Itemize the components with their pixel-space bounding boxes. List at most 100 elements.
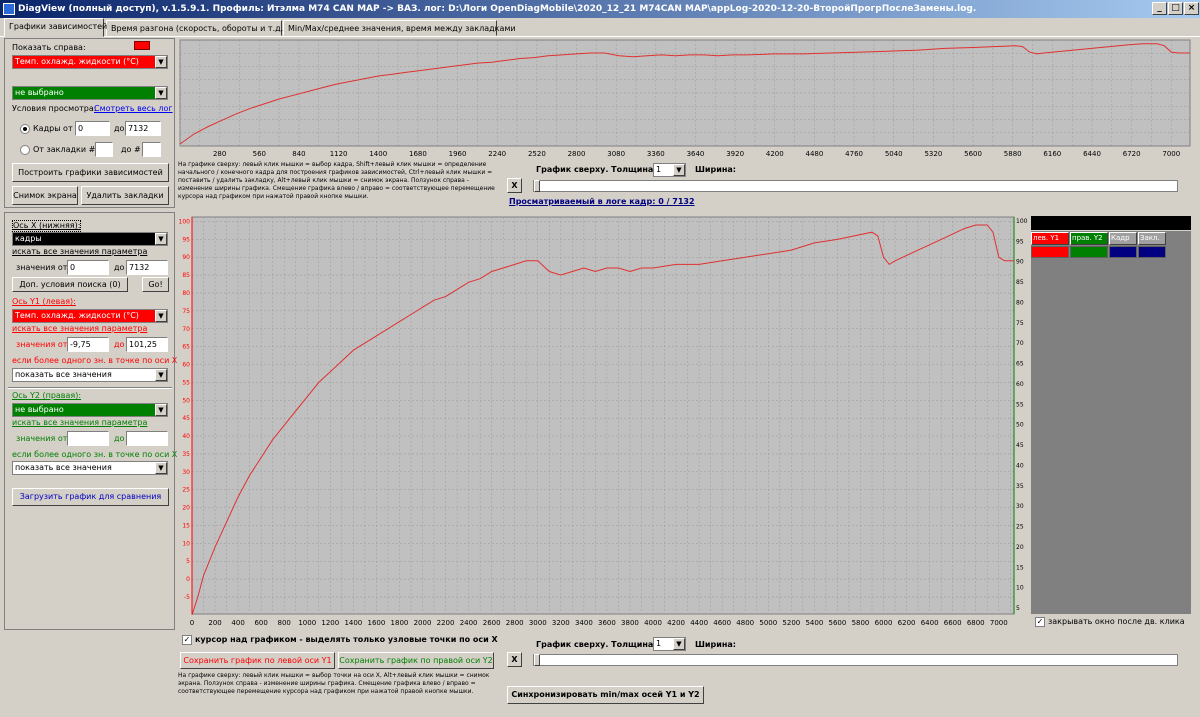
extra-search-button[interactable]: Доп. условия поиска (0)	[12, 277, 128, 292]
x-tick-label: 6000	[875, 619, 893, 627]
minimize-button[interactable]: _	[1152, 2, 1167, 15]
chevron-down-icon[interactable]: ▼	[155, 369, 167, 381]
y2-tick-label: 85	[1016, 279, 1024, 286]
param1-select[interactable]: Темп. охлажд. жидкости (°C) ▼	[12, 55, 168, 69]
cursor-checkbox[interactable]: ✓	[182, 635, 192, 645]
sync-axes-button[interactable]: Синхронизировать min/max осей Y1 и Y2	[507, 686, 704, 704]
slider-thumb[interactable]	[534, 654, 540, 666]
chevron-down-icon[interactable]: ▼	[155, 56, 167, 68]
bottom-thickness-select[interactable]: 1 ▼	[653, 637, 686, 651]
x-to-input[interactable]: 7132	[126, 260, 168, 275]
tab-acceleration[interactable]: Время разгона (скорость, обороты и т.д.)	[106, 20, 286, 36]
x-tick-label: 800	[278, 619, 291, 627]
bookmark-radio[interactable]	[20, 145, 30, 155]
x-tick-label: 1960	[449, 150, 467, 158]
x-tick-label: 6200	[898, 619, 916, 627]
top-width-slider[interactable]	[533, 180, 1178, 192]
frames-to-input[interactable]: 7132	[125, 121, 161, 136]
x-tick-label: 2520	[528, 150, 546, 158]
bookmark-from-input[interactable]	[95, 142, 113, 157]
snapshot-button[interactable]: Снимок экрана	[12, 186, 78, 205]
x-tick-label: 1200	[321, 619, 339, 627]
y1-to-input[interactable]: 101,25	[126, 337, 168, 352]
viewed-frame-link[interactable]: Просматриваемый в логе кадр: 0 / 7132	[509, 197, 695, 207]
load-compare-button[interactable]: Загрузить график для сравнения	[12, 488, 169, 506]
close-after-checkbox[interactable]: ✓	[1035, 617, 1045, 627]
bookmark-to-input[interactable]	[142, 142, 161, 157]
build-graphs-button[interactable]: Построить графики зависимостей	[12, 163, 169, 182]
tab-minmax[interactable]: Min/Max/среднее значения, время между за…	[283, 20, 516, 36]
param2-value: не выбрано	[15, 88, 64, 97]
save-y2-button[interactable]: Сохранить график по правой оси Y2	[338, 652, 494, 669]
y2-tick-label: 10	[1016, 585, 1024, 592]
go-button[interactable]: Go!	[142, 277, 169, 292]
legend-column-2: Кадр	[1109, 232, 1137, 259]
color-swatch[interactable]	[134, 41, 150, 50]
tab-dependencies[interactable]: Графики зависимостей	[4, 18, 107, 37]
legend-swatch[interactable]	[1031, 246, 1069, 258]
x-tick-label: 4000	[644, 619, 662, 627]
maximize-button[interactable]: □	[1168, 2, 1183, 15]
chevron-down-icon[interactable]: ▼	[155, 87, 167, 99]
bottom-x-button[interactable]: X	[507, 652, 522, 667]
bottom-thickness-label: График сверху. Толщина:	[536, 640, 657, 649]
bottom-width-slider[interactable]	[533, 654, 1178, 666]
y1-tick-label: -5	[184, 594, 190, 601]
top-chart[interactable]: 280 560 840 1120 1400 1680 1960 2240 2520 2800 308…	[178, 38, 1192, 159]
chevron-down-icon[interactable]: ▼	[155, 310, 167, 322]
chevron-down-icon[interactable]: ▼	[155, 462, 167, 474]
chevron-down-icon[interactable]: ▼	[673, 164, 685, 176]
legend-column-3: Закл.	[1138, 232, 1166, 259]
x-tick-label: 5040	[885, 150, 903, 158]
view-all-link[interactable]: Смотреть весь лог	[94, 104, 173, 114]
y2-from-input[interactable]	[67, 431, 109, 446]
close-after-label: закрывать окно после дв. клика	[1048, 617, 1185, 626]
y1-tick-label: 90	[182, 254, 190, 261]
frames-radio[interactable]	[20, 124, 30, 134]
top-x-button[interactable]: X	[507, 178, 522, 193]
x-tick-label: 1400	[344, 619, 362, 627]
y1-mode-select[interactable]: показать все значения ▼	[12, 368, 168, 382]
chevron-down-icon[interactable]: ▼	[155, 233, 167, 245]
x-tick-label: 4480	[806, 150, 824, 158]
delete-bookmarks-button[interactable]: Удалить закладки	[81, 186, 169, 205]
y2-mode-select[interactable]: показать все значения ▼	[12, 461, 168, 475]
close-button[interactable]: ×	[1184, 2, 1199, 15]
x-from-input[interactable]: 0	[67, 260, 109, 275]
top-thickness-select[interactable]: 1 ▼	[653, 163, 686, 177]
x-tick-label: 400	[231, 619, 244, 627]
axis-x-select[interactable]: кадры ▼	[12, 232, 168, 246]
legend-swatch[interactable]	[1070, 246, 1108, 258]
slider-thumb[interactable]	[534, 180, 540, 192]
cursor-checkbox-label: курсор над графиком - выделять только уз…	[195, 635, 498, 644]
param2-select[interactable]: не выбрано ▼	[12, 86, 168, 100]
x-tick-label: 3920	[726, 150, 744, 158]
main-chart[interactable]: -505101520253035404550556065707580859095…	[178, 214, 1028, 628]
x-tick-label: 1120	[330, 150, 348, 158]
legend-column-1: прав. Y2	[1070, 232, 1108, 259]
legend-swatch[interactable]	[1109, 246, 1137, 258]
y2-search-all-label: искать все значения параметра	[12, 418, 148, 427]
frames-from-input[interactable]: 0	[75, 121, 110, 136]
y2-tick-label: 100	[1016, 218, 1028, 225]
x-tick-label: 1800	[391, 619, 409, 627]
x-tick-label: 2000	[414, 619, 432, 627]
y1-from-input[interactable]: -9,75	[67, 337, 109, 352]
x-tick-label: 6160	[1043, 150, 1061, 158]
view-cond-label: Условия просмотра:	[12, 104, 97, 113]
y2-to-input[interactable]	[126, 431, 168, 446]
save-y1-button[interactable]: Сохранить график по левой оси Y1	[180, 652, 335, 669]
legend-swatch[interactable]	[1138, 246, 1166, 258]
chevron-down-icon[interactable]: ▼	[673, 638, 685, 650]
y2-tick-label: 65	[1016, 361, 1024, 368]
x-tick-label: 6720	[1123, 150, 1141, 158]
y2-tick-label: 90	[1016, 259, 1024, 266]
axis-y2-select[interactable]: не выбрано ▼	[12, 403, 168, 417]
y2-tick-label: 55	[1016, 401, 1024, 408]
y2-values-from-label: значения от	[16, 434, 68, 443]
x-tick-label: 3640	[687, 150, 705, 158]
y1-tick-label: 30	[182, 469, 190, 476]
axis-y1-select[interactable]: Темп. охлажд. жидкости (°C) ▼	[12, 309, 168, 323]
chevron-down-icon[interactable]: ▼	[155, 404, 167, 416]
axis-y1-value: Темп. охлажд. жидкости (°C)	[15, 311, 139, 320]
